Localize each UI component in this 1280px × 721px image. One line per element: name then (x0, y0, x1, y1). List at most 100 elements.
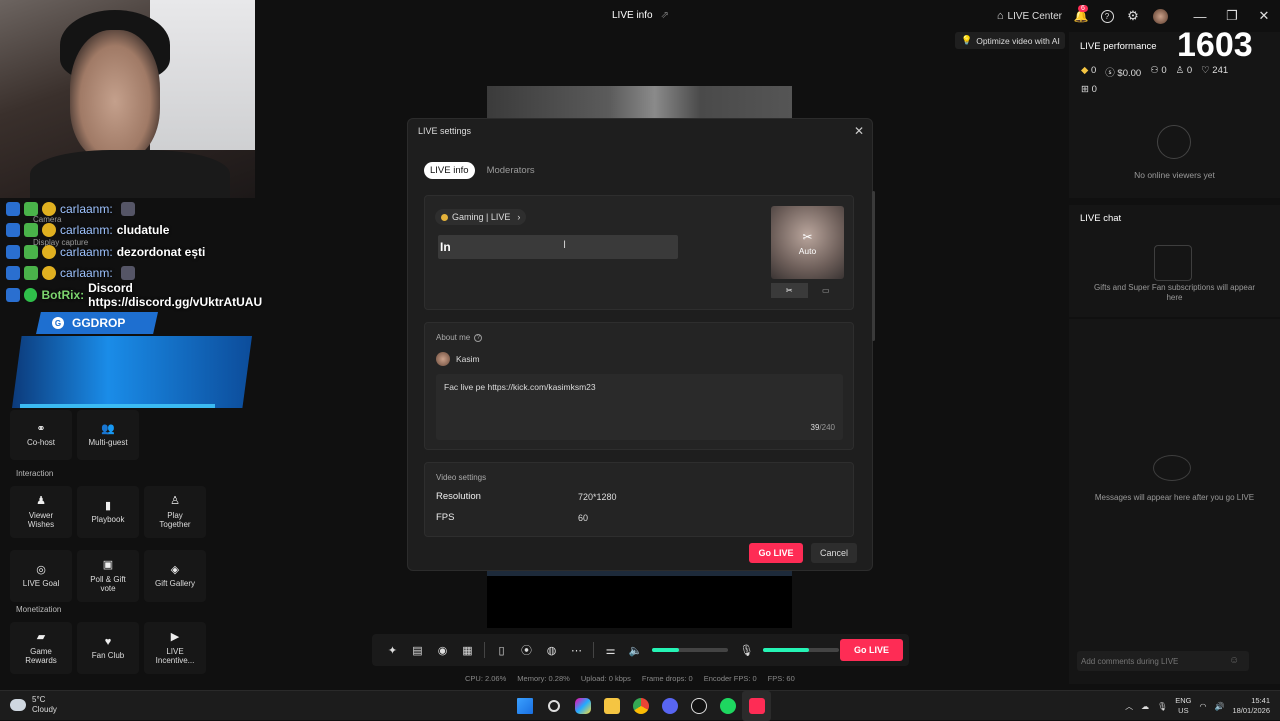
github-button[interactable] (684, 691, 713, 721)
profile-button[interactable] (1146, 0, 1174, 32)
share-icon[interactable]: ⇗ (661, 10, 669, 21)
optimize-video-tip[interactable]: 💡 Optimize video with AI (955, 32, 1065, 49)
chevron-up-icon[interactable]: ︿ (1125, 701, 1133, 712)
tool-fan-club[interactable]: ♥ Fan Club (77, 622, 139, 674)
record-button[interactable]: ⦿ (514, 634, 539, 666)
discord-button[interactable] (655, 691, 684, 721)
chat-bubble-icon (1153, 455, 1191, 481)
modal-close-button[interactable]: ✕ (854, 124, 864, 138)
close-window-button[interactable]: ✕ (1248, 0, 1280, 32)
screenshot-button[interactable]: ◍ (539, 634, 564, 666)
kick-badge-icon (6, 223, 20, 238)
topic-selector[interactable]: Gaming | LIVE › (435, 209, 527, 225)
bio-textarea[interactable]: Fac live pe https://kick.com/kasimksm23 (436, 374, 843, 440)
wifi-icon[interactable]: ◠ (1200, 702, 1207, 711)
language-indicator[interactable]: ENG US (1175, 696, 1191, 716)
speaker-button[interactable]: 🔈 (623, 634, 648, 666)
mic-icon[interactable]: 🎙 (1157, 702, 1167, 711)
notifications-button[interactable]: 🔔 6 (1068, 0, 1094, 32)
tab-live-info[interactable]: LIVE info (424, 162, 475, 179)
home-icon: ⌂ (996, 10, 1004, 22)
resolution-value[interactable]: 720*1280 (578, 492, 617, 502)
cpu-stat: CPU: 2.06% (465, 674, 507, 683)
captions-button[interactable]: ▦ (455, 634, 480, 666)
stream-stats: CPU: 2.06% Memory: 0.28% Upload: 0 kbps … (465, 674, 795, 683)
help-button[interactable]: ? (1094, 0, 1120, 32)
live-title-input[interactable] (438, 235, 678, 259)
tool-label: Play Together (159, 510, 191, 529)
chrome-button[interactable] (626, 691, 655, 721)
start-button[interactable] (510, 691, 539, 721)
gifts-empty-text: Gifts and Super Fan subscriptions will a… (1094, 283, 1255, 303)
diamonds-value: 0 (1090, 65, 1097, 76)
explorer-button[interactable] (597, 691, 626, 721)
cover-tab-auto[interactable]: ✂ (771, 283, 808, 298)
phone-button[interactable]: ▯ (489, 634, 514, 666)
settings-button[interactable]: ⚙ (1120, 0, 1146, 32)
comment-input[interactable] (1077, 651, 1249, 671)
tool-co-host[interactable]: ⚭ Co-host (10, 410, 72, 460)
add-user-icon: ⚇ (1150, 65, 1159, 76)
captions-icon: ▦ (462, 644, 473, 657)
live-center-button[interactable]: ⌂ LIVE Center (991, 0, 1068, 32)
ggdrop-label: GGDROP (72, 316, 126, 330)
more-button[interactable]: ⋯ (564, 634, 589, 666)
effects-button[interactable]: ▤ (405, 634, 430, 666)
info-icon[interactable]: ? (474, 333, 483, 342)
system-tray: ︿ ☁ 🎙 ENG US ◠ 🔊 15:41 18/01/2026 (1125, 691, 1270, 721)
live-chat-panel: LIVE chat Gifts and Super Fan subscripti… (1069, 205, 1280, 684)
go-live-toolbar-button[interactable]: Go LIVE (840, 639, 903, 661)
clock[interactable]: 15:41 18/01/2026 (1232, 696, 1270, 716)
ai-button[interactable]: ◉ (430, 634, 455, 666)
tab-moderators[interactable]: Moderators (481, 162, 541, 179)
cover-image[interactable]: ✂ Auto (771, 206, 844, 279)
fps-value[interactable]: 60 (578, 513, 588, 523)
volume-icon[interactable]: 🔊 (1214, 702, 1224, 711)
tool-live-goal[interactable]: ◎ LIVE Goal (10, 550, 72, 602)
tool-viewer-wishes[interactable]: ♟ Viewer Wishes (10, 486, 72, 538)
tool-game-rewards[interactable]: ▰ Game Rewards (10, 622, 72, 674)
cover-tab-image[interactable]: ▭ (807, 283, 844, 298)
spotify-button[interactable] (713, 691, 742, 721)
cover-mode-tabs: ✂ ▭ (771, 283, 844, 298)
tool-multi-guest[interactable]: 👥 Multi-guest (77, 410, 139, 460)
cancel-button[interactable]: Cancel (811, 543, 857, 563)
wishes-icon: ♟ (36, 494, 46, 507)
search-button[interactable] (539, 691, 568, 721)
go-live-button[interactable]: Go LIVE (749, 543, 803, 563)
tiktok-live-button[interactable] (742, 691, 771, 721)
weather-widget[interactable]: 5°C Cloudy (10, 695, 57, 714)
audio-settings-button[interactable]: ⚌ (598, 634, 623, 666)
gear-icon: ⚙ (1127, 8, 1139, 23)
volume-slider[interactable] (652, 648, 728, 652)
about-user: Kasim (436, 352, 480, 366)
tool-play-together[interactable]: ♙ Play Together (144, 486, 206, 538)
tool-live-incentive[interactable]: ▶ LIVE Incentive... (144, 622, 206, 674)
gift-badge-icon (42, 266, 56, 281)
emoji-button[interactable]: ☺ (1229, 655, 1239, 666)
likes-stat: ♡ 241 (1201, 65, 1228, 79)
performance-stats: ◆ 0 ⓢ $0.00 ⚇ 0 ♙ 0 ♡ 241 (1081, 65, 1228, 79)
kick-badge-icon (6, 244, 20, 259)
tool-playbook[interactable]: ▮ Playbook (77, 486, 139, 538)
overlay-chat-line: carlaanm: (6, 198, 306, 220)
live-chat-title: LIVE chat (1080, 213, 1122, 224)
about-me-text: About me (436, 333, 471, 342)
followers-value: 0 (1161, 65, 1167, 76)
overlay-chat-user: carlaanm: (60, 201, 113, 216)
overlay-chat-line: carlaanm: dezordonat ești (6, 241, 306, 263)
monetization-section-label: Monetization (16, 605, 62, 614)
modal-scrollbar[interactable] (872, 191, 875, 341)
overlay-chat-text: dezordonat ești (116, 244, 206, 259)
mic-slider[interactable] (763, 648, 839, 652)
copilot-button[interactable] (568, 691, 597, 721)
tool-poll-gift-vote[interactable]: ▣ Poll & Gift vote (77, 550, 139, 602)
mic-button[interactable]: 🎙 (734, 634, 759, 666)
taskbar-apps (510, 691, 771, 721)
window-title-text: LIVE info (612, 10, 653, 21)
magic-tool-button[interactable]: ✦ (380, 634, 405, 666)
bio-text: Fac live pe https://kick.com/kasimksm23 (444, 382, 596, 392)
fps-stat: FPS: 60 (767, 674, 795, 683)
onedrive-icon[interactable]: ☁ (1141, 702, 1149, 711)
tool-gift-gallery[interactable]: ◈ Gift Gallery (144, 550, 206, 602)
